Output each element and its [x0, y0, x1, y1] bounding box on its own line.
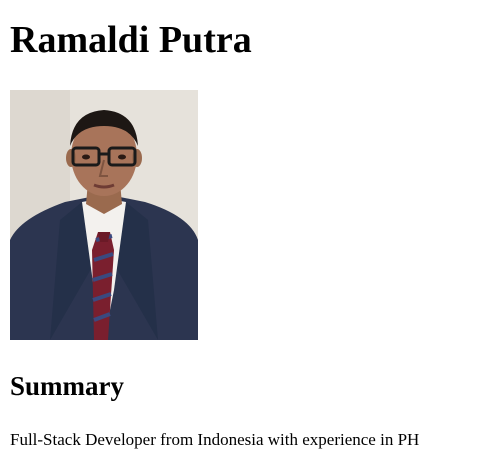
profile-name: Ramaldi Putra: [10, 19, 252, 61]
summary-text: Full-Stack Developer from Indonesia with…: [10, 430, 420, 449]
resume-page: Ramaldi Putra Summary Full-Stack Develop…: [10, 0, 484, 454]
profile-photo: [10, 90, 198, 340]
summary-heading: Summary: [10, 371, 124, 401]
